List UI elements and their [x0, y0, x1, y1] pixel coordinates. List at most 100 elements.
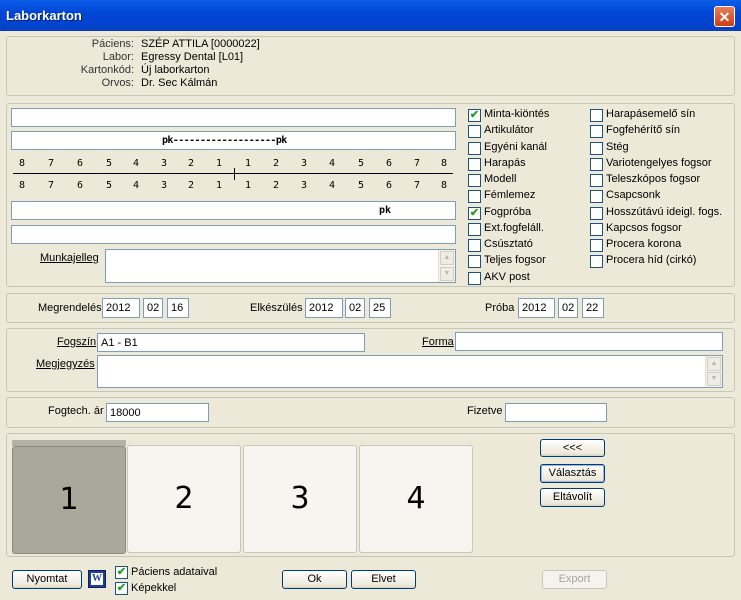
- form-input[interactable]: [455, 332, 723, 351]
- upper-tooth-21[interactable]: 1: [245, 158, 251, 169]
- ready-date-label: Elkészülés: [250, 302, 303, 314]
- upper-tooth-24[interactable]: 4: [329, 158, 335, 169]
- upper-tooth-23[interactable]: 3: [301, 158, 307, 169]
- upper-extra-field[interactable]: [11, 108, 456, 127]
- lower-tooth-47[interactable]: 7: [48, 180, 54, 191]
- scroll-up-icon[interactable]: ▲: [440, 251, 454, 265]
- option-right-checkbox-6[interactable]: [590, 190, 603, 204]
- option-right-checkbox-1[interactable]: [590, 109, 603, 122]
- lower-tooth-45[interactable]: 5: [106, 180, 112, 191]
- ready-year-input[interactable]: 2012: [305, 298, 343, 318]
- ready-month-input[interactable]: 02: [345, 298, 365, 318]
- upper-tooth-18[interactable]: 8: [19, 158, 25, 169]
- option-left-checkbox-5[interactable]: [468, 174, 481, 187]
- trial-year-input[interactable]: 2012: [518, 298, 555, 318]
- lower-tooth-36[interactable]: 6: [386, 180, 392, 191]
- work-description-field[interactable]: ▲ ▼: [105, 249, 456, 283]
- option-left-checkbox-9[interactable]: [468, 239, 481, 252]
- lower-tooth-33[interactable]: 3: [301, 180, 307, 191]
- option-right-checkbox-7[interactable]: [590, 206, 603, 220]
- option-left-checkbox-2[interactable]: [468, 125, 481, 139]
- trial-date-label: Próba: [485, 302, 515, 314]
- lower-tooth-34[interactable]: 4: [329, 180, 335, 191]
- image-slot-4[interactable]: 4: [359, 445, 473, 553]
- lower-tooth-35[interactable]: 5: [358, 180, 364, 191]
- image-back-button[interactable]: <<<: [540, 439, 605, 457]
- note-field[interactable]: ▲ ▼: [97, 355, 723, 388]
- lower-tooth-32[interactable]: 2: [273, 180, 279, 191]
- close-button[interactable]: ✕: [714, 6, 735, 27]
- note-scrollbar[interactable]: ▲ ▼: [705, 356, 722, 387]
- upper-tooth-11[interactable]: 1: [216, 158, 222, 169]
- option-right-checkbox-2[interactable]: [590, 125, 603, 139]
- cancel-button[interactable]: Elvet: [351, 570, 416, 589]
- word-export-icon[interactable]: W: [88, 570, 106, 588]
- image-slot-1[interactable]: 1: [12, 446, 126, 554]
- shade-input[interactable]: A1 - B1: [97, 333, 365, 352]
- option-right-checkbox-3[interactable]: [590, 141, 603, 155]
- option-left-checkbox-11[interactable]: [468, 271, 481, 285]
- image-slot-3[interactable]: 3: [243, 445, 357, 553]
- export-button[interactable]: Export: [542, 570, 607, 589]
- lower-tooth-37[interactable]: 7: [414, 180, 420, 191]
- lower-tooth-43[interactable]: 3: [161, 180, 167, 191]
- option-left-checkbox-1[interactable]: ✔: [468, 109, 481, 122]
- option-right-label-10: Procera híd (cirkó): [606, 254, 697, 267]
- paid-input[interactable]: [505, 403, 607, 422]
- lower-tooth-31[interactable]: 1: [245, 180, 251, 191]
- image-slot-2[interactable]: 2: [127, 445, 241, 553]
- option-right-checkbox-4[interactable]: [590, 157, 603, 171]
- option-left-checkbox-4[interactable]: [468, 157, 481, 171]
- trial-month-input[interactable]: 02: [558, 298, 578, 318]
- order-day-input[interactable]: 16: [167, 298, 189, 318]
- upper-tooth-27[interactable]: 7: [414, 158, 420, 169]
- print-button[interactable]: Nyomtat: [12, 570, 82, 589]
- option-left-checkbox-3[interactable]: [468, 141, 481, 155]
- option-right-checkbox-9[interactable]: [590, 239, 603, 252]
- upper-tooth-22[interactable]: 2: [273, 158, 279, 169]
- choose-image-button[interactable]: Választás: [540, 464, 605, 483]
- trial-day-input[interactable]: 22: [582, 298, 604, 318]
- option-right-checkbox-5[interactable]: [590, 174, 603, 187]
- option-left-checkbox-8[interactable]: [468, 222, 481, 236]
- upper-tooth-13[interactable]: 3: [161, 158, 167, 169]
- with-patient-data-checkbox[interactable]: ✔: [115, 566, 128, 579]
- tooth-numbers-chart[interactable]: 8 7 6 5 4 3 2 1 1 2 3 4 5 6 7 8 8 7 6 5 …: [11, 156, 456, 192]
- scroll-down-icon[interactable]: ▼: [440, 267, 454, 281]
- upper-tooth-26[interactable]: 6: [386, 158, 392, 169]
- option-right-label-5: Teleszkópos fogsor: [606, 173, 701, 185]
- order-year-input[interactable]: 2012: [102, 298, 140, 318]
- lower-tooth-41[interactable]: 1: [216, 180, 222, 191]
- lower-teeth-field[interactable]: pk: [11, 201, 456, 220]
- lower-tooth-42[interactable]: 2: [188, 180, 194, 191]
- lower-extra-field[interactable]: [11, 225, 456, 244]
- lower-tooth-38[interactable]: 8: [441, 180, 447, 191]
- lower-tooth-44[interactable]: 4: [133, 180, 139, 191]
- upper-tooth-16[interactable]: 6: [77, 158, 83, 169]
- with-images-checkbox[interactable]: ✔: [115, 582, 128, 595]
- price-input[interactable]: 18000: [106, 403, 209, 422]
- scroll-up-icon[interactable]: ▲: [707, 357, 721, 371]
- upper-tooth-25[interactable]: 5: [358, 158, 364, 169]
- option-right-checkbox-8[interactable]: [590, 222, 603, 236]
- option-left-checkbox-6[interactable]: [468, 190, 481, 204]
- upper-teeth-field[interactable]: pk-------------------pk: [11, 131, 456, 150]
- option-right-checkbox-10[interactable]: [590, 255, 603, 269]
- upper-tooth-17[interactable]: 7: [48, 158, 54, 169]
- scroll-down-icon[interactable]: ▼: [707, 372, 721, 386]
- lower-tooth-48[interactable]: 8: [19, 180, 25, 191]
- upper-tooth-12[interactable]: 2: [188, 158, 194, 169]
- card-code-label: Kartonkód:: [80, 64, 134, 76]
- option-left-checkbox-7[interactable]: ✔: [468, 206, 481, 220]
- option-left-checkbox-10[interactable]: [468, 255, 481, 269]
- upper-tooth-15[interactable]: 5: [106, 158, 112, 169]
- lower-tooth-46[interactable]: 6: [77, 180, 83, 191]
- title-bar[interactable]: [0, 0, 741, 31]
- work-description-scrollbar[interactable]: ▲ ▼: [438, 250, 455, 282]
- ok-button[interactable]: Ok: [282, 570, 347, 589]
- upper-tooth-14[interactable]: 4: [133, 158, 139, 169]
- remove-image-button[interactable]: Eltávolít: [540, 488, 605, 507]
- ready-day-input[interactable]: 25: [369, 298, 391, 318]
- order-month-input[interactable]: 02: [143, 298, 163, 318]
- upper-tooth-28[interactable]: 8: [441, 158, 447, 169]
